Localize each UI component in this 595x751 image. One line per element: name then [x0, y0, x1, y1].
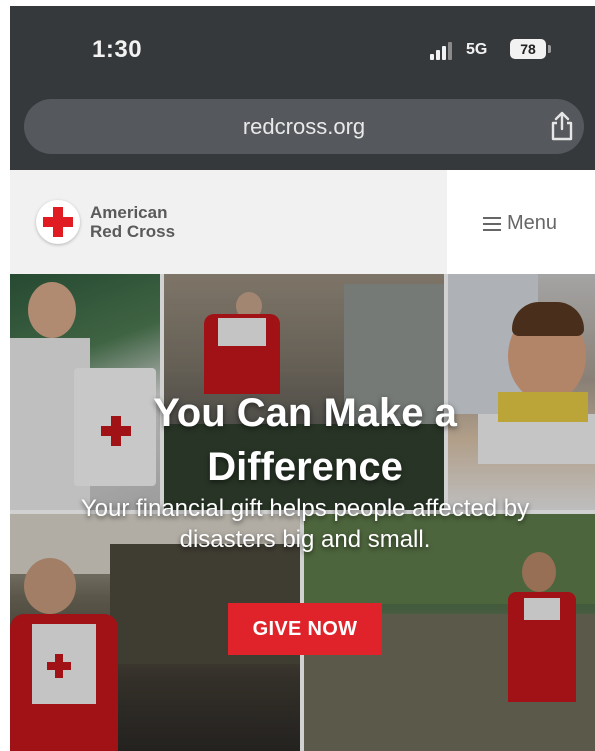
- hamburger-icon: [483, 216, 501, 231]
- hero-title-line-1: You Can Make a: [153, 391, 457, 435]
- browser-chrome: 1:30 5G 78 redcross.org: [10, 6, 595, 170]
- red-cross-logo-icon[interactable]: [36, 200, 80, 244]
- address-bar[interactable]: redcross.org: [24, 99, 584, 154]
- hero-subtitle-line-2: disasters big and small.: [179, 526, 431, 553]
- menu-label: Menu: [507, 212, 558, 234]
- battery-icon: 78: [510, 39, 546, 59]
- hero-title-line-2: Difference: [207, 445, 403, 489]
- screen-margin: [0, 0, 10, 751]
- battery-tip: [548, 45, 551, 53]
- site-header: American Red Cross Menu: [10, 170, 595, 274]
- give-now-button[interactable]: GIVE NOW: [228, 603, 382, 655]
- share-icon[interactable]: [549, 111, 575, 141]
- hero-subtitle: Your financial gift helps people affecte…: [20, 493, 590, 555]
- hero-banner: You Can Make a Difference Your financial…: [10, 274, 595, 751]
- menu-button[interactable]: Menu: [483, 212, 557, 235]
- url-text[interactable]: redcross.org: [24, 114, 584, 140]
- status-time: 1:30: [92, 36, 143, 63]
- hero-title: You Can Make a Difference: [10, 386, 595, 494]
- hero-subtitle-line-1: Your financial gift helps people affecte…: [80, 495, 530, 522]
- phone-screen: 1:30 5G 78 redcross.org American Red Cro…: [10, 6, 595, 751]
- network-type: 5G: [466, 41, 488, 58]
- signal-icon: [430, 42, 456, 60]
- logo-line-1: American: [90, 203, 168, 222]
- logo-wordmark[interactable]: American Red Cross: [90, 203, 175, 241]
- logo-line-2: Red Cross: [90, 222, 176, 241]
